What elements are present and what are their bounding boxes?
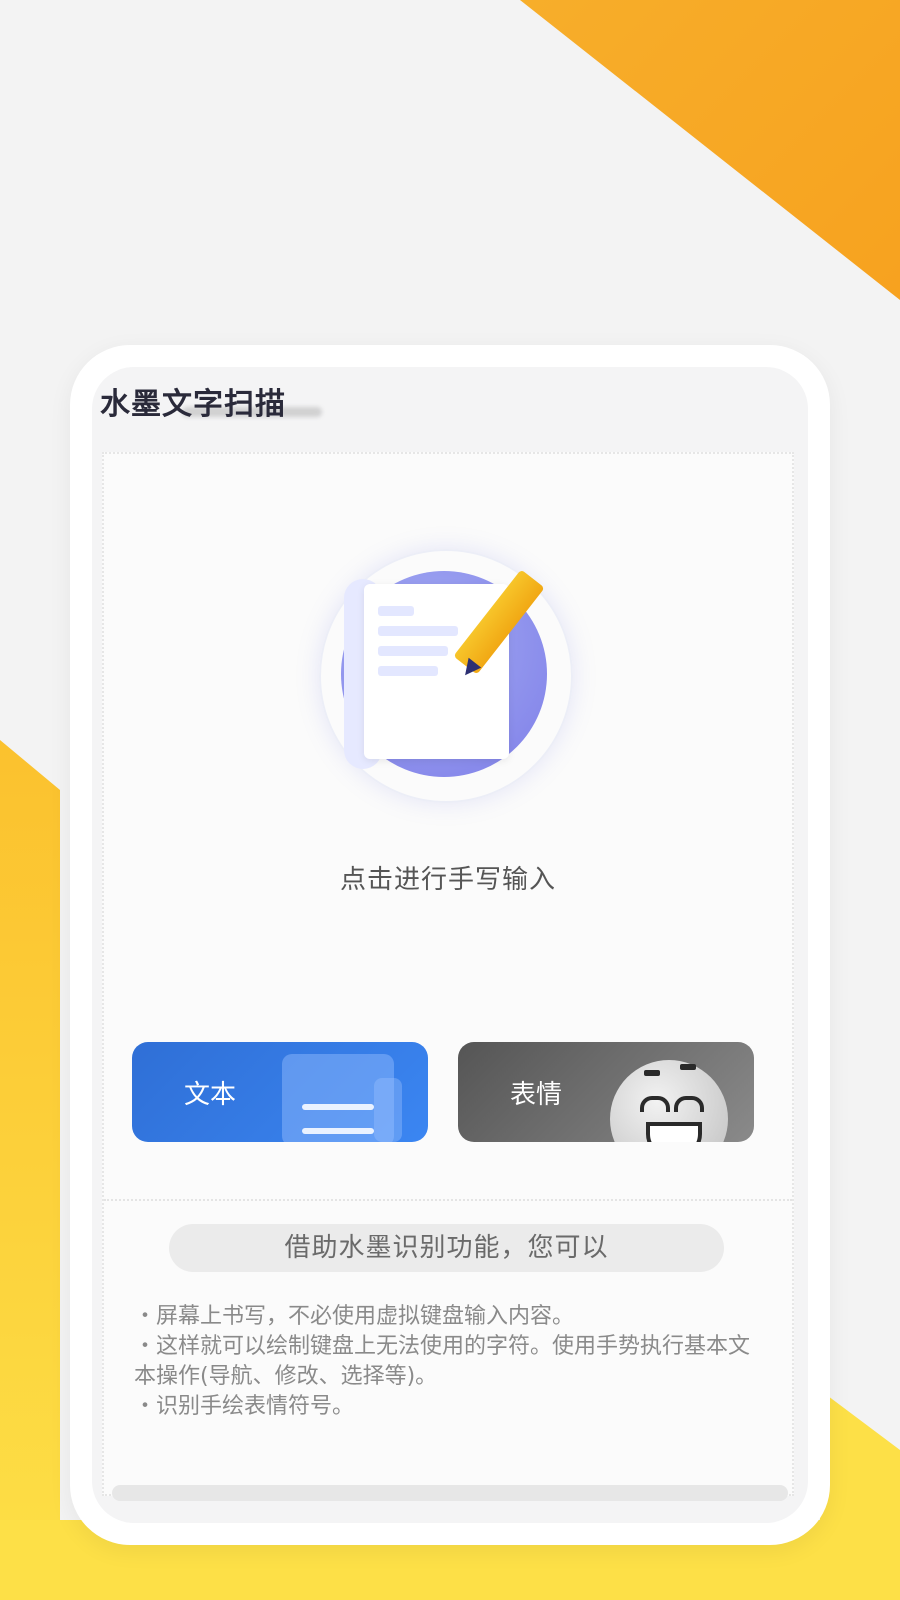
grinning-face-icon xyxy=(610,1060,728,1142)
emoji-mode-button[interactable]: 表情 xyxy=(458,1042,754,1142)
paper-line xyxy=(378,626,458,636)
document-line xyxy=(302,1128,374,1134)
section-divider xyxy=(104,1199,792,1201)
brow xyxy=(644,1070,660,1076)
list-item: ・这样就可以绘制键盘上无法使用的字符。使用手势执行基本文本操作(导航、修改、选择… xyxy=(134,1334,751,1389)
handwriting-prompt[interactable]: 点击进行手写输入 xyxy=(104,859,792,896)
text-mode-label: 文本 xyxy=(184,1080,237,1110)
mouth xyxy=(646,1122,702,1142)
page-title: 水墨文字扫描 xyxy=(100,387,286,422)
paper-line xyxy=(378,666,438,676)
document-icon xyxy=(282,1054,394,1142)
phone-frame: 水墨文字扫描 点击进行手写输入 文本 表情 借助水墨识别功能，您可以 ・屏幕上书… xyxy=(70,345,830,1545)
paper-line xyxy=(378,646,448,656)
feature-list: ・屏幕上书写，不必使用虚拟键盘输入内容。 ・这样就可以绘制键盘上无法使用的字符。… xyxy=(134,1302,764,1422)
brow xyxy=(680,1064,696,1070)
paper-line xyxy=(378,606,414,616)
feature-heading: 借助水墨识别功能，您可以 xyxy=(169,1224,724,1272)
list-item: ・识别手绘表情符号。 xyxy=(134,1394,355,1419)
emoji-mode-label: 表情 xyxy=(510,1080,563,1110)
paper-icon xyxy=(364,584,509,759)
list-item: ・屏幕上书写，不必使用虚拟键盘输入内容。 xyxy=(134,1304,575,1329)
eye xyxy=(674,1096,704,1112)
handwriting-panel[interactable]: 点击进行手写输入 文本 表情 借助水墨识别功能，您可以 ・屏幕上书写，不必使用虚… xyxy=(102,452,794,1496)
phone-screen: 水墨文字扫描 点击进行手写输入 文本 表情 借助水墨识别功能，您可以 ・屏幕上书… xyxy=(92,367,808,1523)
eye xyxy=(640,1096,670,1112)
document-line xyxy=(302,1104,374,1110)
background-orange-triangle xyxy=(520,0,900,300)
handwriting-icon[interactable] xyxy=(319,549,579,809)
bottom-bar xyxy=(112,1485,788,1501)
text-mode-button[interactable]: 文本 xyxy=(132,1042,428,1142)
